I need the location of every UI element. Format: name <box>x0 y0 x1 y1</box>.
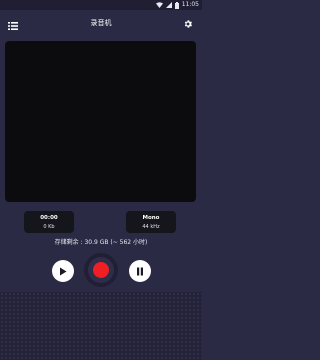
play-icon <box>60 267 67 275</box>
speaker-grille-pattern <box>0 292 202 360</box>
app-bar: 录音机 <box>0 10 202 36</box>
play-button[interactable] <box>52 260 74 282</box>
sample-rate: 44 kHz <box>142 224 160 230</box>
battery-icon <box>174 1 179 9</box>
status-bar: 11:05 <box>0 0 202 10</box>
record-button-ring <box>88 257 114 283</box>
status-icons: 11:05 <box>155 1 199 9</box>
file-size: 0 Kb <box>43 224 55 230</box>
status-time: 11:05 <box>181 1 199 8</box>
page-title: 录音机 <box>90 19 112 27</box>
wifi-icon <box>155 2 163 8</box>
record-icon <box>93 262 109 278</box>
storage-remaining: 存储剩余 : 30.9 GB (~ 562 小时) <box>54 239 148 246</box>
pause-button[interactable] <box>129 260 151 282</box>
cellular-signal-icon <box>165 2 172 8</box>
format-info-card[interactable]: Mono 44 kHz <box>126 211 176 233</box>
channel-mode: Mono <box>142 215 160 221</box>
gear-icon <box>184 20 192 28</box>
elapsed-info-card: 00:00 0 Kb <box>24 211 74 233</box>
elapsed-time: 00:00 <box>40 215 58 221</box>
audio-visualizer-panel <box>5 41 196 202</box>
settings-button[interactable] <box>183 14 193 28</box>
record-button[interactable] <box>84 253 118 287</box>
pause-icon <box>137 267 143 275</box>
